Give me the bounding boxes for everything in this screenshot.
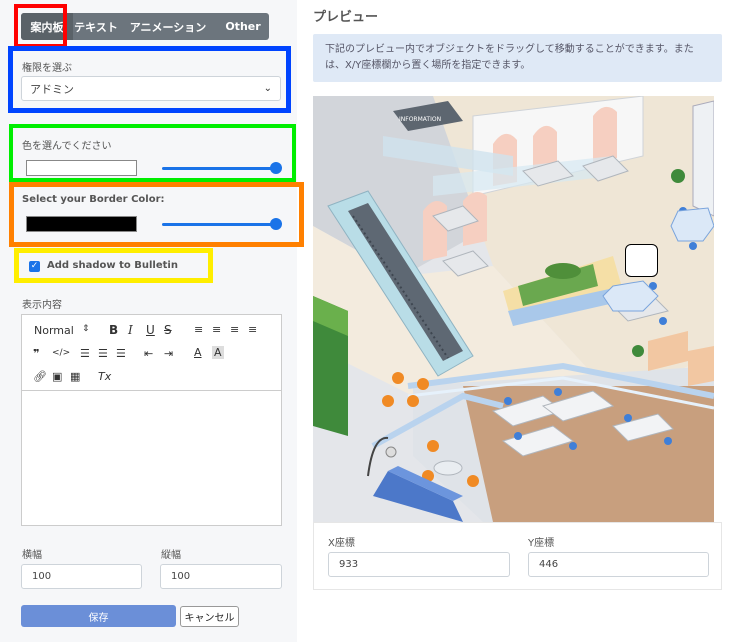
strike-button[interactable]: S bbox=[164, 323, 172, 337]
bulletin-object[interactable] bbox=[625, 244, 658, 277]
color-label: 色を選んでください bbox=[22, 141, 112, 152]
format-select[interactable]: Normal bbox=[34, 324, 74, 337]
align-right-icon[interactable]: ≡ bbox=[230, 323, 239, 336]
coordinates-panel: X座標 933 Y座標 446 bbox=[313, 522, 722, 590]
x-coord-label: X座標 bbox=[328, 538, 355, 549]
video-icon[interactable]: ▦ bbox=[70, 370, 80, 383]
height-input[interactable]: 100 bbox=[160, 564, 282, 589]
link-icon[interactable]: 🔗︎ bbox=[33, 370, 47, 383]
color-slider[interactable] bbox=[162, 161, 282, 175]
tab-bulletin[interactable]: 案内板 bbox=[21, 13, 73, 40]
align-justify-icon[interactable]: ≡ bbox=[248, 323, 257, 336]
align-center-icon[interactable]: ≡ bbox=[212, 323, 221, 336]
text-color-icon[interactable]: A bbox=[194, 346, 202, 359]
indent-icon[interactable]: ⇥ bbox=[164, 347, 173, 360]
ordered-list-icon[interactable]: ☰ bbox=[80, 347, 90, 360]
permission-value: アドミン bbox=[30, 82, 74, 96]
settings-panel: 案内板 テキスト アニメーション Other 権限を選ぶ アドミン ⌄ 色を選ん… bbox=[0, 0, 304, 642]
clear-format-button[interactable]: Tx bbox=[98, 370, 111, 383]
preview-title: プレビュー bbox=[313, 10, 379, 25]
editor-body[interactable] bbox=[22, 392, 281, 525]
italic-button[interactable]: I bbox=[128, 323, 133, 337]
permission-label: 権限を選ぶ bbox=[22, 63, 72, 74]
image-icon[interactable]: ▣ bbox=[52, 370, 62, 383]
bold-button[interactable]: B bbox=[109, 323, 118, 337]
permission-select[interactable]: アドミン ⌄ bbox=[21, 76, 281, 101]
preview-info-box: 下記のプレビュー内でオブジェクトをドラッグして移動することができます。または、X… bbox=[313, 34, 722, 82]
x-coord-input[interactable]: 933 bbox=[328, 552, 510, 577]
save-button[interactable]: 保存 bbox=[21, 605, 176, 627]
blockquote-button[interactable]: ❞ bbox=[33, 347, 39, 360]
orange-highlight-box bbox=[9, 182, 304, 247]
information-sign: INFORMATION bbox=[399, 116, 441, 123]
tab-text[interactable]: テキスト bbox=[73, 13, 119, 40]
chevron-down-icon: ⌄ bbox=[263, 83, 272, 94]
tab-other[interactable]: Other bbox=[217, 13, 269, 40]
color-swatch[interactable] bbox=[26, 160, 137, 176]
format-dropdown-icon: ⇕ bbox=[82, 324, 90, 334]
preview-canvas[interactable]: INFORMATION bbox=[313, 96, 714, 522]
rich-text-editor: Normal ⇕ B I U S ≡ ≡ ≡ ≡ ❞ </> ☰ ☰ ☰ ⇤ ⇥… bbox=[21, 314, 282, 526]
width-label: 横幅 bbox=[22, 550, 42, 561]
office-floor-illustration: INFORMATION bbox=[313, 96, 714, 522]
align-left-icon[interactable]: ≡ bbox=[194, 323, 203, 336]
border-color-label: Select your Border Color: bbox=[22, 194, 165, 205]
y-coord-input[interactable]: 446 bbox=[528, 552, 709, 577]
bullet-list-icon[interactable]: ☰ bbox=[98, 347, 108, 360]
underline-button[interactable]: U bbox=[146, 323, 155, 337]
check-list-icon[interactable]: ☰ bbox=[116, 347, 126, 360]
tab-animation[interactable]: アニメーション bbox=[119, 13, 217, 40]
code-block-button[interactable]: </> bbox=[52, 348, 70, 358]
shadow-checkbox[interactable]: ✓ bbox=[29, 261, 40, 272]
editor-toolbar: Normal ⇕ B I U S ≡ ≡ ≡ ≡ ❞ </> ☰ ☰ ☰ ⇤ ⇥… bbox=[22, 315, 281, 391]
border-color-slider[interactable] bbox=[162, 217, 282, 231]
shadow-label: Add shadow to Bulletin bbox=[47, 260, 178, 271]
app-root: 案内板 テキスト アニメーション Other 権限を選ぶ アドミン ⌄ 色を選ん… bbox=[0, 0, 733, 642]
height-label: 縦幅 bbox=[161, 550, 181, 561]
border-color-swatch[interactable] bbox=[26, 216, 137, 232]
outdent-icon[interactable]: ⇤ bbox=[144, 347, 153, 360]
content-label: 表示内容 bbox=[22, 300, 62, 311]
background-color-icon[interactable]: A bbox=[212, 346, 224, 359]
y-coord-label: Y座標 bbox=[528, 538, 555, 549]
cancel-button[interactable]: キャンセル bbox=[180, 606, 239, 627]
tab-bar: 案内板 テキスト アニメーション Other bbox=[21, 13, 269, 40]
width-input[interactable]: 100 bbox=[21, 564, 142, 589]
